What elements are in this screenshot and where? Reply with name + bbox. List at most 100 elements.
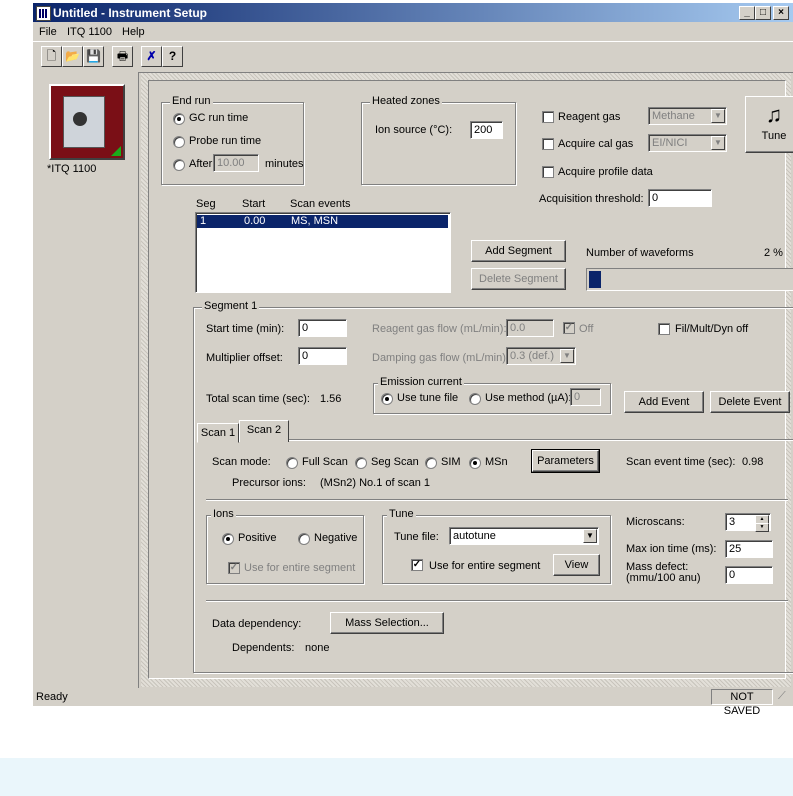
damping-flow-select[interactable]: 0.3 (def.) ▼: [506, 347, 576, 365]
acquire-profile-label: Acquire profile data: [558, 166, 653, 178]
max-ion-time-label: Max ion time (ms):: [626, 543, 717, 555]
heated-zones-caption: Heated zones: [370, 95, 442, 107]
tune-file-select[interactable]: autotune ▼: [449, 527, 599, 545]
minutes-label: minutes: [265, 158, 304, 170]
segment1-group: Segment 1 Start time (min): 0 Reagent ga…: [193, 300, 793, 673]
parameters-button[interactable]: Parameters: [531, 449, 600, 473]
segment1-caption: Segment 1: [202, 300, 260, 312]
waveforms-progress-bar: [586, 268, 793, 291]
save-icon[interactable]: 💾: [83, 46, 104, 67]
seg-column-header: Seg: [196, 198, 216, 210]
after-minutes-input[interactable]: 10.00: [213, 154, 259, 172]
window-title: Untitled - Instrument Setup: [53, 6, 207, 20]
multiplier-offset-label: Multiplier offset:: [206, 352, 283, 364]
menu-itq1100[interactable]: ITQ 1100: [67, 26, 112, 38]
seg-scan-label: Seg Scan: [371, 456, 419, 468]
cal-gas-select[interactable]: EI/NICI ▼: [648, 134, 727, 152]
ions-use-entire-label: Use for entire segment: [244, 562, 356, 574]
sim-radio[interactable]: [425, 457, 437, 469]
segment-list[interactable]: 1 0.00 MS, MSN: [195, 212, 451, 293]
use-method-input[interactable]: 0: [570, 388, 601, 406]
acquire-cal-gas-label: Acquire cal gas: [558, 138, 634, 150]
max-ion-time-input[interactable]: 25: [725, 540, 773, 558]
mass-defect-input[interactable]: 0: [725, 566, 773, 584]
start-time-label: Start time (min):: [206, 323, 285, 335]
app-icon: [36, 6, 51, 21]
emission-current-group: Emission current Use tune file Use metho…: [373, 376, 611, 414]
main-panel: End run GC run time Probe run time After…: [148, 80, 793, 679]
maximize-button[interactable]: □: [755, 6, 771, 20]
emission-current-caption: Emission current: [378, 376, 464, 388]
multiplier-offset-input[interactable]: 0: [298, 347, 347, 365]
tune-use-entire-checkbox[interactable]: ✓: [411, 559, 423, 571]
start-time-input[interactable]: 0: [298, 319, 347, 337]
delete-event-button[interactable]: Delete Event: [710, 391, 790, 413]
ions-use-entire-checkbox[interactable]: ✓: [228, 562, 240, 574]
device-label: *ITQ 1100: [47, 163, 97, 175]
negative-label: Negative: [314, 532, 358, 544]
segment-events: MS, MSN: [291, 215, 339, 227]
mass-selection-button[interactable]: Mass Selection...: [330, 612, 444, 634]
seg-scan-radio[interactable]: [355, 457, 367, 469]
reagent-gas-select[interactable]: Methane ▼: [648, 107, 727, 125]
heated-zones-group: Heated zones Ion source (°C): 200: [361, 95, 516, 185]
delete-segment-button[interactable]: Delete Segment: [471, 268, 566, 290]
add-segment-button[interactable]: Add Segment: [471, 240, 566, 262]
use-method-radio[interactable]: [469, 393, 481, 405]
positive-radio[interactable]: [222, 533, 234, 545]
damping-flow-value: 0.3 (def.): [510, 350, 555, 362]
status-text: Ready: [36, 691, 68, 703]
table-row[interactable]: 1 0.00 MS, MSN: [197, 215, 448, 228]
scan-events-column-header: Scan events: [290, 198, 351, 210]
reagent-flow-off-checkbox[interactable]: ✓: [563, 322, 575, 334]
cut-icon[interactable]: ✗: [141, 46, 162, 67]
acquire-profile-checkbox[interactable]: [542, 166, 554, 178]
damping-flow-label: Damping gas flow (mL/min):: [372, 352, 509, 364]
open-folder-icon[interactable]: 📂: [62, 46, 83, 67]
menu-help[interactable]: Help: [122, 26, 145, 38]
reagent-gas-label: Reagent gas: [558, 111, 621, 123]
close-button[interactable]: ×: [773, 6, 789, 20]
gc-run-time-radio[interactable]: [173, 113, 185, 125]
start-column-header: Start: [242, 198, 266, 210]
toolbar: 🗋 📂 💾 🖶 ✗ ?: [33, 41, 793, 73]
title-bar[interactable]: Untitled - Instrument Setup _ □ ×: [33, 3, 793, 22]
acquisition-threshold-input[interactable]: 0: [648, 189, 712, 207]
reagent-flow-input[interactable]: 0.0: [506, 319, 554, 337]
reagent-gas-checkbox[interactable]: [542, 111, 554, 123]
tab-scan-2[interactable]: Scan 2: [239, 420, 289, 442]
gc-run-time-label: GC run time: [189, 112, 249, 124]
acquire-cal-gas-checkbox[interactable]: [542, 138, 554, 150]
help-icon[interactable]: ?: [162, 46, 183, 67]
scan-event-time-value: 0.98: [742, 456, 764, 468]
reagent-flow-off-label: Off: [579, 323, 594, 335]
ion-source-input[interactable]: 200: [470, 121, 503, 139]
tune-group: Tune Tune file: autotune ▼ ✓ Use for ent…: [382, 508, 611, 584]
section-divider: [206, 600, 788, 602]
minimize-button[interactable]: _: [739, 6, 755, 20]
microscans-label: Microscans:: [626, 516, 685, 528]
view-button[interactable]: View: [553, 554, 600, 576]
spin-down-icon[interactable]: ▼: [755, 523, 769, 532]
probe-run-time-radio[interactable]: [173, 136, 185, 148]
tune-caption: Tune: [387, 508, 416, 520]
waveforms-label: Number of waveforms: [586, 247, 694, 259]
menu-file[interactable]: File: [39, 26, 57, 38]
itq-device-icon[interactable]: [49, 84, 125, 160]
add-event-button[interactable]: Add Event: [624, 391, 704, 413]
full-scan-radio[interactable]: [286, 457, 298, 469]
tab-scan-1[interactable]: Scan 1: [197, 423, 239, 443]
ion-source-label: Ion source (°C):: [375, 124, 453, 136]
microscans-input[interactable]: 3 ▲ ▼: [725, 513, 771, 532]
after-radio[interactable]: [173, 159, 185, 171]
tune-use-entire-label: Use for entire segment: [429, 560, 541, 572]
negative-radio[interactable]: [298, 533, 310, 545]
msn-radio[interactable]: [469, 457, 481, 469]
fil-mult-dyn-checkbox[interactable]: [658, 323, 670, 335]
use-tune-file-radio[interactable]: [381, 393, 393, 405]
tune-button[interactable]: ♫ Tune: [745, 96, 793, 153]
resize-grip-icon[interactable]: ⟋: [778, 690, 786, 703]
new-file-icon[interactable]: 🗋: [41, 46, 62, 67]
print-icon[interactable]: 🖶: [112, 46, 133, 67]
ions-caption: Ions: [211, 508, 236, 520]
